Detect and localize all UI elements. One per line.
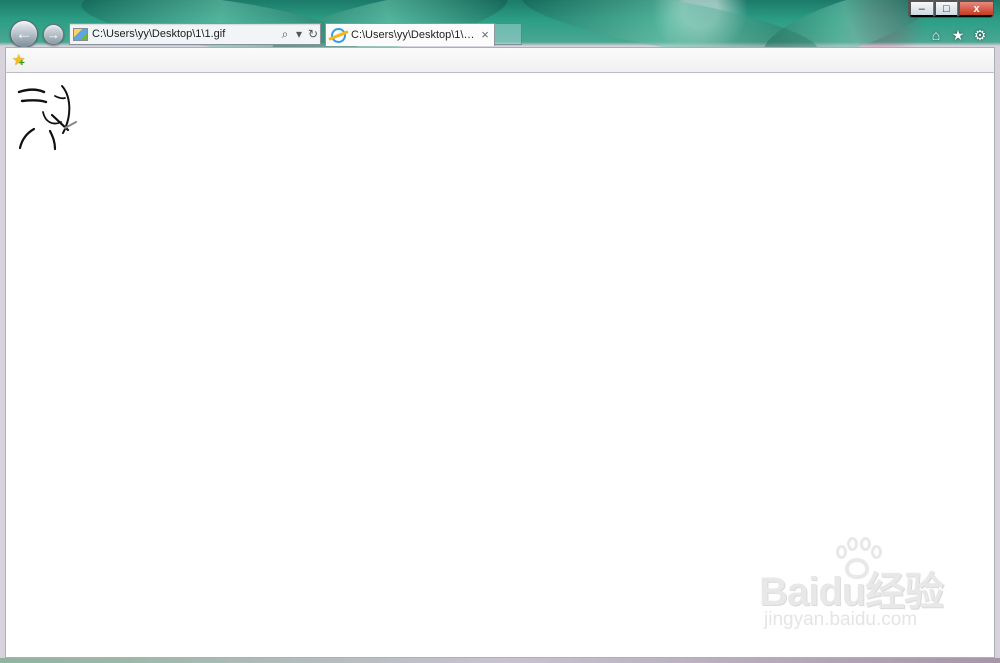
sketch-shoulder-right (48, 129, 57, 150)
sketch-face-image (17, 85, 77, 150)
sketch-eyebrow-left (17, 88, 46, 94)
refresh-icon[interactable]: ↻ (306, 25, 320, 43)
chevron-down-icon[interactable]: ▾ (292, 25, 306, 43)
watermark-brand: Baidu经验 (759, 570, 944, 614)
watermark-domain: jingyan.baidu.com (764, 609, 918, 630)
image-file-icon (73, 27, 88, 41)
window-bottom-border (0, 658, 1000, 663)
browser-titlebar: ← → C:\Users\yy\Desktop\1\1.gif ⌕ ▾ ↻ C:… (0, 0, 1000, 48)
window-controls: – □ x (908, 0, 994, 18)
close-window-button[interactable]: x (958, 0, 993, 17)
browser-content: Baidu经验 jingyan.baidu.com (5, 73, 995, 658)
paw-toe (860, 537, 871, 551)
tab-title[interactable]: C:\Users\yy\Desktop\1\1... (351, 29, 478, 41)
star-icon[interactable]: ★ (950, 27, 966, 43)
minimize-button[interactable]: – (909, 0, 934, 17)
browser-toolbar-icons: ⌂ ★ ⚙ (928, 27, 988, 44)
gear-icon[interactable]: ⚙ (972, 27, 988, 43)
address-bar[interactable]: C:\Users\yy\Desktop\1\1.gif ⌕ ▾ ↻ (69, 23, 321, 45)
favorite-add-icon[interactable]: ★ (12, 52, 29, 69)
favorites-bar: ★ (5, 47, 995, 73)
paw-toe (847, 537, 858, 551)
home-icon[interactable]: ⌂ (928, 27, 944, 43)
sketch-eye-left (20, 99, 48, 104)
close-tab-icon[interactable]: × (478, 28, 492, 42)
search-icon[interactable]: ⌕ (278, 25, 292, 43)
forward-button[interactable]: → (43, 24, 64, 45)
paw-toe (871, 545, 882, 559)
paw-toe (836, 545, 847, 559)
baidu-jingyan-watermark: Baidu经验 jingyan.baidu.com (759, 537, 944, 639)
sketch-shoulder-left (18, 127, 36, 150)
browser-window: ← → C:\Users\yy\Desktop\1\1.gif ⌕ ▾ ↻ C:… (0, 0, 1000, 663)
browser-tab-active[interactable]: C:\Users\yy\Desktop\1\1... × (325, 23, 495, 46)
address-url[interactable]: C:\Users\yy\Desktop\1\1.gif (92, 28, 278, 40)
back-button[interactable]: ← (10, 20, 38, 48)
maximize-button[interactable]: □ (933, 0, 959, 17)
new-tab-button[interactable] (495, 23, 522, 45)
sketch-eye-right (54, 95, 66, 100)
internet-explorer-icon (331, 27, 346, 43)
